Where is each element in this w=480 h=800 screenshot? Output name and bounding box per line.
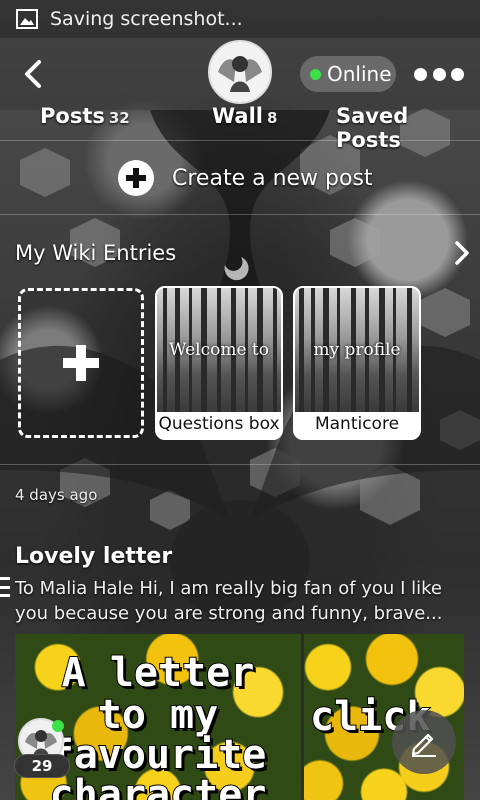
online-count-badge: 29 <box>14 754 70 778</box>
tab-wall[interactable]: Wall 8 <box>212 104 277 128</box>
chevron-left-icon <box>25 60 41 88</box>
plus-circle-icon <box>118 160 154 196</box>
profile-header: Online <box>0 38 480 110</box>
chevron-right-icon <box>455 241 469 265</box>
wiki-section-header[interactable]: My Wiki Entries <box>15 238 470 268</box>
wiki-entry-thumbnail: my profile <box>295 288 419 412</box>
post-image-text-line: A letter <box>61 649 256 697</box>
divider <box>0 214 480 215</box>
pencil-icon <box>411 733 436 757</box>
compose-fab-button[interactable] <box>392 710 456 774</box>
back-button[interactable] <box>18 54 48 94</box>
side-menu-handle[interactable] <box>0 574 12 600</box>
online-status-badge: Online <box>300 56 396 92</box>
tab-label: Wall <box>212 104 263 128</box>
post-timestamp: 4 days ago <box>15 486 98 504</box>
wiki-entry-thumbnail: Welcome to <box>157 288 281 412</box>
tab-label: Posts <box>40 104 105 128</box>
post-excerpt[interactable]: To Malia Hale Hi, I am really big fan of… <box>15 576 465 626</box>
profile-avatar[interactable] <box>208 40 272 104</box>
create-post-label: Create a new post <box>172 165 373 191</box>
wiki-entry-label: Questions box <box>158 414 280 434</box>
create-post-button[interactable]: Create a new post <box>118 158 373 198</box>
add-wiki-entry-button[interactable] <box>18 288 144 438</box>
wiki-entry-label: Manticore <box>314 414 400 434</box>
online-status-label: Online <box>327 62 392 86</box>
tab-label: Saved Posts <box>336 104 409 152</box>
wiki-entry-thumb-text: Welcome to <box>169 340 269 360</box>
post-title[interactable]: Lovely letter <box>15 544 172 569</box>
wiki-section-title: My Wiki Entries <box>15 241 177 265</box>
wiki-entry-thumb-text: my profile <box>313 340 401 360</box>
tab-posts[interactable]: Posts 32 <box>40 104 130 128</box>
more-options-button[interactable] <box>414 62 464 86</box>
wiki-entry-card[interactable]: my profile Manticore <box>293 286 421 440</box>
tab-count: 32 <box>108 109 130 127</box>
status-notification-text: Saving screenshot... <box>50 8 243 30</box>
profile-tabs: Posts 32 Wall 8 Saved Posts <box>0 104 480 152</box>
divider <box>0 140 480 141</box>
online-dot-icon <box>310 68 321 80</box>
image-icon <box>16 9 38 29</box>
tab-saved-posts[interactable]: Saved Posts <box>336 104 480 152</box>
plus-icon <box>63 345 99 381</box>
tab-count: 8 <box>266 109 278 127</box>
status-bar: Saving screenshot... <box>0 0 480 38</box>
wiki-entry-card[interactable]: Welcome to Questions box <box>155 286 283 440</box>
online-dot-icon <box>52 720 64 732</box>
divider <box>0 464 480 465</box>
more-dots-icon <box>414 67 427 81</box>
